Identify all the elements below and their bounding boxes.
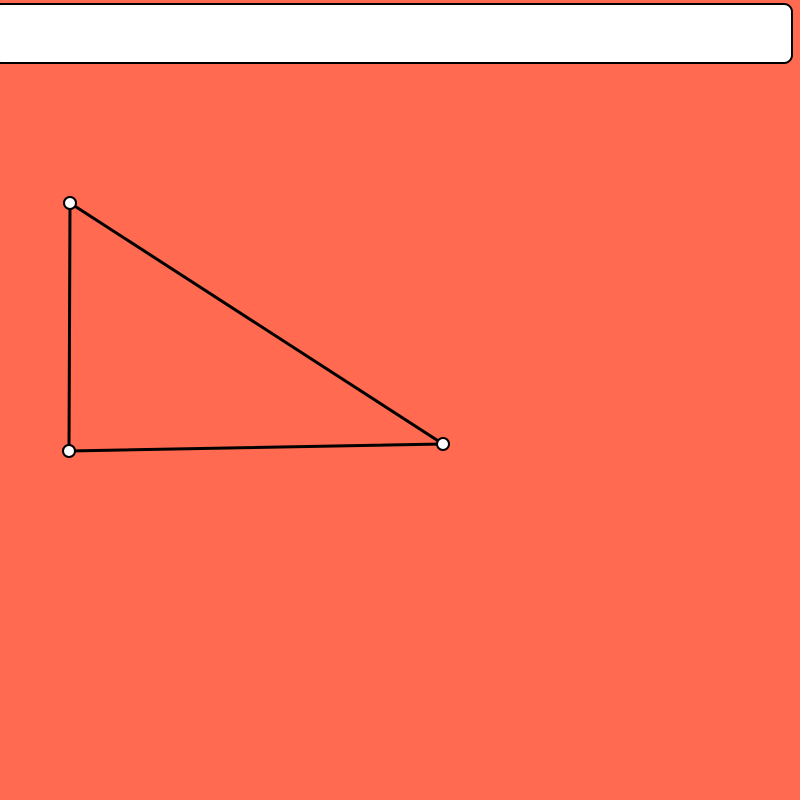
drawing-canvas[interactable] <box>0 0 800 800</box>
vertex-handle-right[interactable] <box>436 437 450 451</box>
triangle-drawing <box>62 196 450 458</box>
vertex-handle-top[interactable] <box>63 196 77 210</box>
vertex-handle-bottom-left[interactable] <box>62 444 76 458</box>
triangle-outline <box>67 201 445 453</box>
top-text-bar[interactable] <box>0 3 793 64</box>
